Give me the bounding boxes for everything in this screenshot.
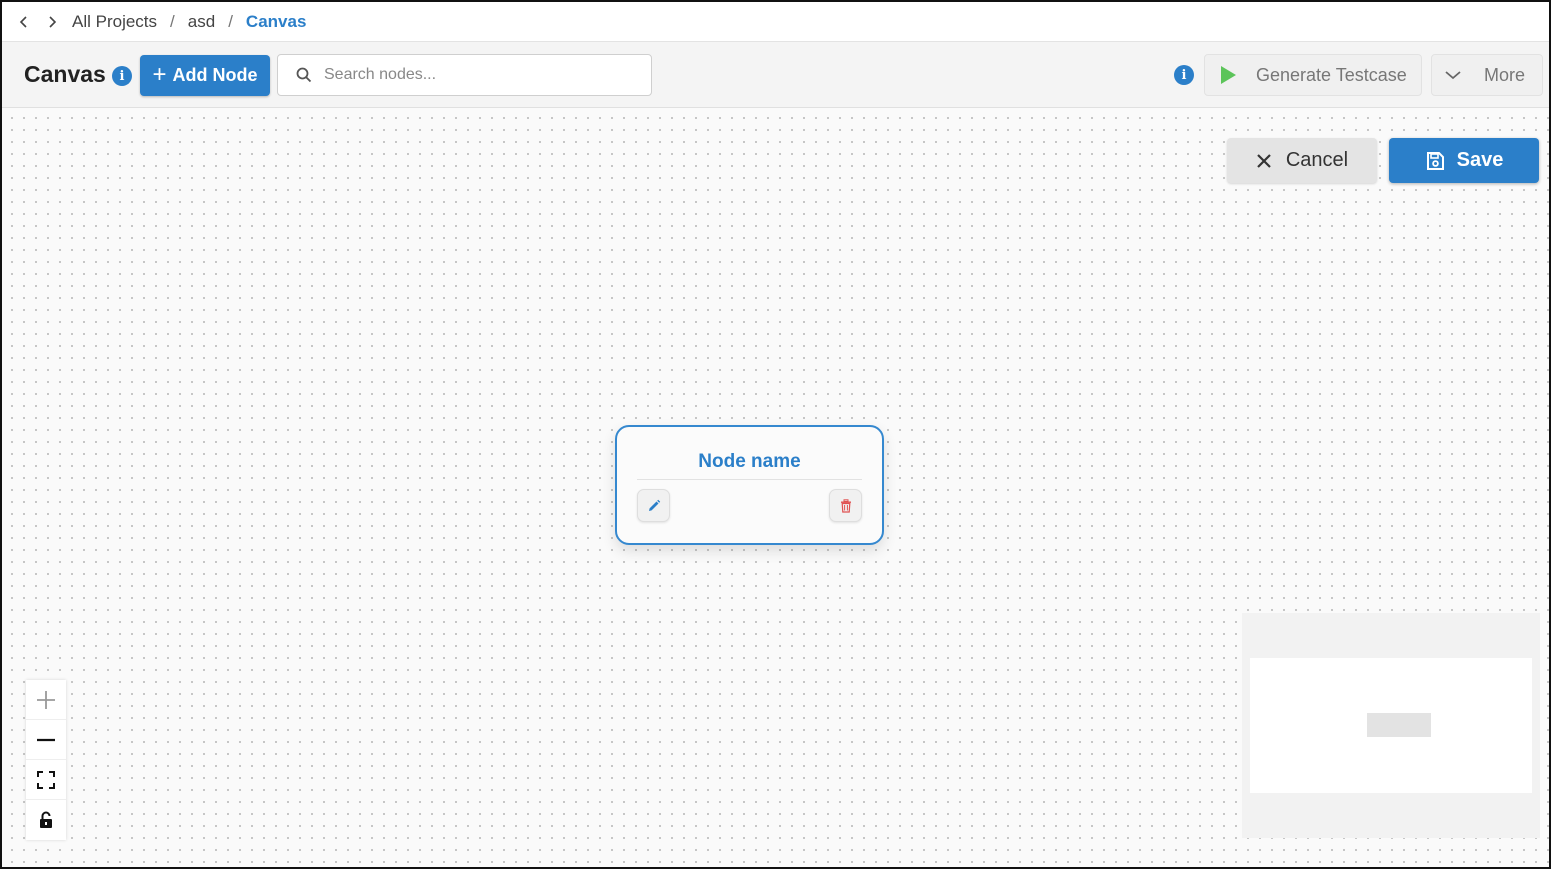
flow-canvas[interactable]: Cancel Save Node name (2, 108, 1549, 867)
more-label: More (1484, 64, 1526, 85)
search-box (277, 54, 652, 96)
info-icon[interactable]: i (1174, 65, 1194, 85)
trash-icon (840, 498, 851, 513)
generate-testcase-button[interactable]: Generate Testcase (1204, 54, 1422, 96)
flow-node[interactable]: Node name (615, 425, 884, 545)
plus-icon: + (152, 60, 167, 88)
minimap-viewport (1250, 658, 1532, 793)
breadcrumb: All Projects / asd / Canvas (2, 2, 1549, 42)
add-node-button[interactable]: + Add Node (140, 55, 270, 96)
breadcrumb-item-all-projects[interactable]: All Projects (72, 12, 157, 32)
breadcrumb-item-current: Canvas (245, 11, 307, 31)
cancel-button[interactable]: Cancel (1227, 138, 1377, 183)
search-icon (296, 67, 312, 83)
delete-node-button[interactable] (829, 489, 862, 522)
fit-view-icon[interactable] (26, 760, 66, 800)
page-title: Canvas (24, 61, 106, 87)
breadcrumb-separator: / (170, 11, 175, 31)
play-icon (1221, 66, 1236, 84)
chevron-right-icon[interactable] (38, 8, 66, 36)
node-name: Node name (698, 451, 801, 472)
zoom-out-icon[interactable] (26, 720, 66, 760)
save-label: Save (1456, 149, 1504, 171)
canvas-controls (26, 680, 66, 840)
cancel-label: Cancel (1285, 149, 1349, 171)
more-button[interactable]: More (1431, 54, 1543, 96)
close-icon (1257, 153, 1271, 168)
add-node-label: Add Node (172, 65, 258, 85)
save-button[interactable]: Save (1389, 138, 1539, 183)
generate-testcase-label: Generate Testcase (1256, 64, 1407, 85)
lock-icon[interactable] (26, 800, 66, 840)
pencil-icon (648, 499, 660, 511)
breadcrumb-item-project[interactable]: asd (188, 12, 215, 32)
chevron-left-icon[interactable] (10, 8, 38, 36)
floppy-disk-icon (1426, 151, 1444, 170)
minimap-node (1367, 713, 1431, 737)
info-icon[interactable]: i (112, 66, 132, 86)
search-input[interactable] (324, 66, 624, 84)
chevron-down-icon (1445, 71, 1461, 80)
zoom-in-icon[interactable] (26, 680, 66, 720)
app-window: All Projects / asd / Canvas Canvas i + A… (0, 0, 1551, 869)
breadcrumb-separator: / (228, 11, 233, 31)
node-divider (637, 479, 862, 480)
minimap[interactable] (1242, 613, 1540, 838)
edit-node-button[interactable] (637, 489, 670, 522)
toolbar: Canvas i + Add Node i Generate Testcase … (2, 42, 1549, 108)
